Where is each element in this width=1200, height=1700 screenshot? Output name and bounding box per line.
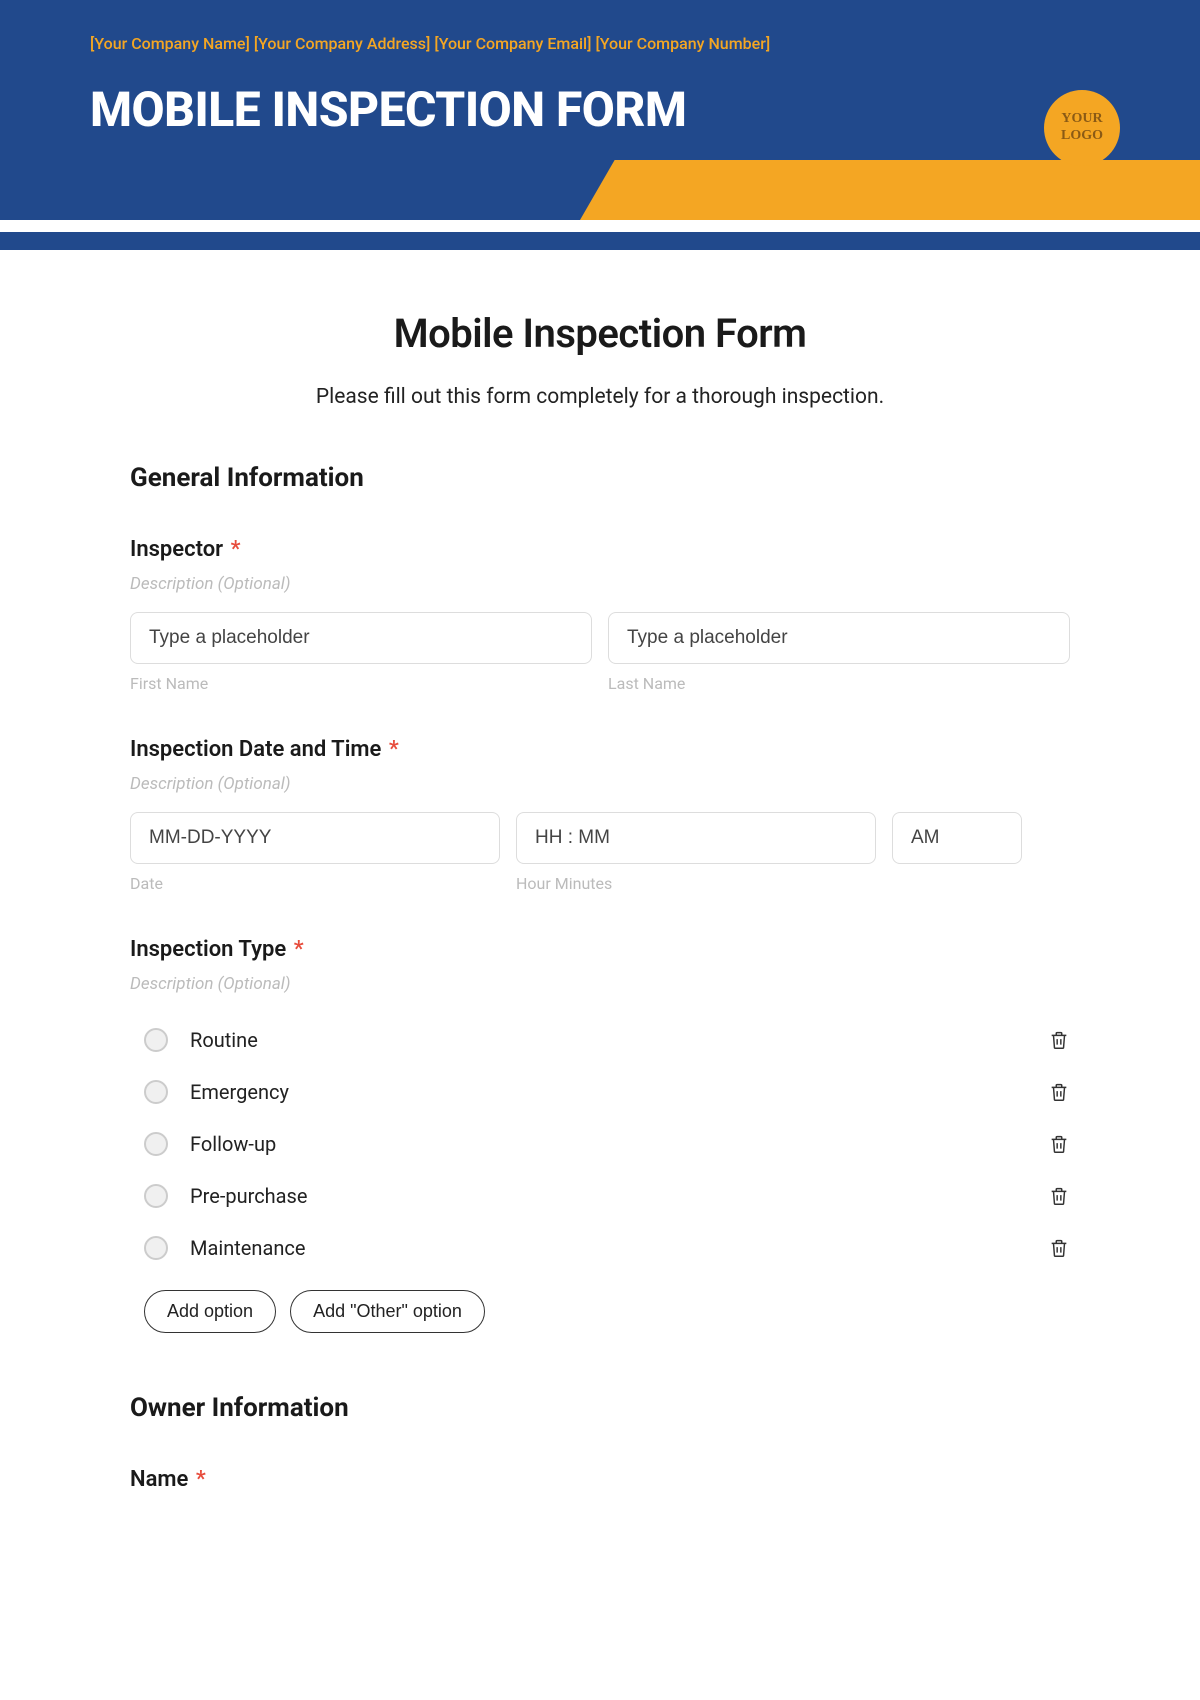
header-stripe xyxy=(0,232,1200,250)
form-subtitle: Please fill out this form completely for… xyxy=(130,385,1070,409)
logo-text-1: YOUR xyxy=(1061,111,1102,126)
inspector-description[interactable]: Description (Optional) xyxy=(130,574,1070,594)
trash-icon[interactable] xyxy=(1048,1028,1070,1052)
required-mark: * xyxy=(196,1467,206,1492)
trash-icon[interactable] xyxy=(1048,1236,1070,1260)
field-owner-name: Name * xyxy=(130,1467,1070,1492)
datetime-label: Inspection Date and Time * xyxy=(130,737,1070,762)
datetime-description[interactable]: Description (Optional) xyxy=(130,774,1070,794)
time-input[interactable] xyxy=(516,812,876,864)
radio-button[interactable] xyxy=(144,1028,168,1052)
ampm-select[interactable] xyxy=(892,812,1022,864)
inspector-label-text: Inspector xyxy=(130,537,223,562)
required-mark: * xyxy=(231,537,241,562)
add-option-button[interactable]: Add option xyxy=(144,1290,276,1333)
section-owner-heading: Owner Information xyxy=(130,1393,1070,1423)
banner-title: MOBILE INSPECTION FORM xyxy=(0,53,1200,138)
option-row: Emergency xyxy=(130,1066,1070,1118)
last-name-input[interactable] xyxy=(608,612,1070,664)
inspection-type-options: Routine Emergency Follow-up Pre-purchase Mai… xyxy=(130,1014,1070,1274)
trash-icon[interactable] xyxy=(1048,1132,1070,1156)
required-mark: * xyxy=(389,737,399,762)
owner-name-label-text: Name xyxy=(130,1467,188,1492)
logo-text-2: LOGO xyxy=(1061,128,1103,143)
trash-icon[interactable] xyxy=(1048,1184,1070,1208)
add-other-option-button[interactable]: Add "Other" option xyxy=(290,1290,485,1333)
radio-button[interactable] xyxy=(144,1080,168,1104)
option-label[interactable]: Pre-purchase xyxy=(190,1184,1048,1208)
option-row: Routine xyxy=(130,1014,1070,1066)
option-label[interactable]: Follow-up xyxy=(190,1132,1048,1156)
time-sublabel: Hour Minutes xyxy=(516,874,876,893)
radio-button[interactable] xyxy=(144,1132,168,1156)
option-row: Pre-purchase xyxy=(130,1170,1070,1222)
field-datetime: Inspection Date and Time * Description (… xyxy=(130,737,1070,893)
header-banner: [Your Company Name] [Your Company Addres… xyxy=(0,0,1200,220)
type-label-text: Inspection Type xyxy=(130,937,286,962)
inspector-label: Inspector * xyxy=(130,537,1070,562)
form-title: Mobile Inspection Form xyxy=(130,310,1070,357)
section-general-heading: General Information xyxy=(130,463,1070,493)
radio-button[interactable] xyxy=(144,1236,168,1260)
field-inspection-type: Inspection Type * Description (Optional)… xyxy=(130,937,1070,1333)
radio-button[interactable] xyxy=(144,1184,168,1208)
owner-name-label: Name * xyxy=(130,1467,1070,1492)
logo-placeholder: YOUR LOGO xyxy=(1044,90,1120,166)
option-label[interactable]: Emergency xyxy=(190,1080,1048,1104)
header-accent xyxy=(580,160,1200,220)
option-row: Maintenance xyxy=(130,1222,1070,1274)
date-sublabel: Date xyxy=(130,874,500,893)
required-mark: * xyxy=(294,937,304,962)
first-name-input[interactable] xyxy=(130,612,592,664)
option-label[interactable]: Maintenance xyxy=(190,1236,1048,1260)
field-inspector: Inspector * Description (Optional) First… xyxy=(130,537,1070,693)
datetime-label-text: Inspection Date and Time xyxy=(130,737,381,762)
option-label[interactable]: Routine xyxy=(190,1028,1048,1052)
last-name-sublabel: Last Name xyxy=(608,674,1070,693)
first-name-sublabel: First Name xyxy=(130,674,592,693)
type-label: Inspection Type * xyxy=(130,937,1070,962)
date-input[interactable] xyxy=(130,812,500,864)
company-meta: [Your Company Name] [Your Company Addres… xyxy=(0,0,1200,53)
trash-icon[interactable] xyxy=(1048,1080,1070,1104)
type-description[interactable]: Description (Optional) xyxy=(130,974,1070,994)
option-row: Follow-up xyxy=(130,1118,1070,1170)
